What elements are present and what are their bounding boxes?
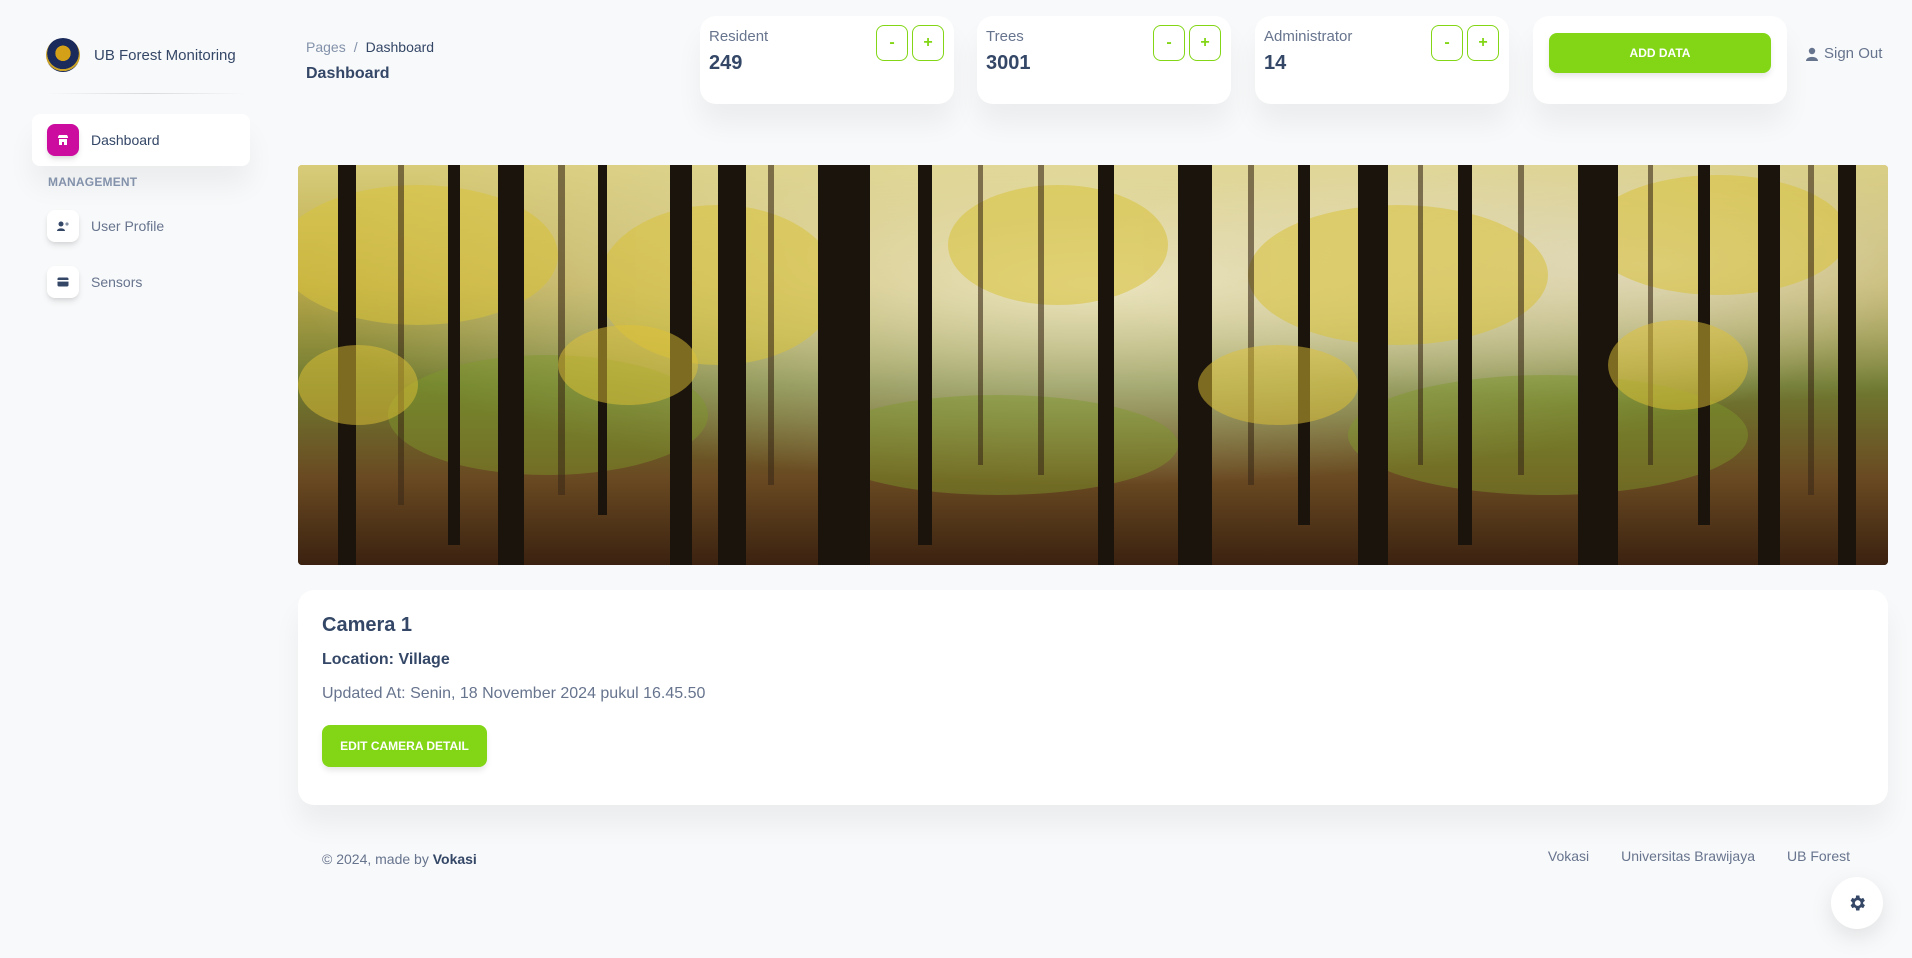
camera-card: Camera 1 Location: Village Updated At: S… bbox=[298, 590, 1888, 805]
forest-image bbox=[298, 165, 1888, 565]
stat-value: 14 bbox=[1264, 52, 1287, 74]
decrement-button[interactable]: - bbox=[876, 25, 908, 61]
sidebar-item-sensors[interactable]: Sensors bbox=[32, 256, 250, 308]
brand[interactable]: UB Forest Monitoring bbox=[46, 38, 236, 72]
breadcrumb-root[interactable]: Pages bbox=[306, 39, 346, 55]
university-logo bbox=[46, 38, 80, 72]
sidebar: UB Forest Monitoring Dashboard MANAGEMEN… bbox=[0, 0, 265, 958]
section-heading-management: MANAGEMENT bbox=[48, 175, 138, 189]
stat-card-administrator: Administrator 14 - + bbox=[1255, 16, 1509, 104]
credit-card-icon bbox=[47, 266, 79, 298]
footer-links: Vokasi Universitas Brawijaya UB Forest bbox=[1548, 848, 1850, 864]
sidebar-item-dashboard[interactable]: Dashboard bbox=[32, 114, 250, 166]
stat-value: 249 bbox=[709, 52, 743, 74]
sidebar-item-user-profile[interactable]: User Profile bbox=[32, 200, 250, 252]
stat-card-resident: Resident 249 - + bbox=[700, 16, 954, 104]
breadcrumb: Pages / Dashboard bbox=[306, 39, 434, 55]
stat-value: 3001 bbox=[986, 52, 1031, 74]
camera-location: Location: Village bbox=[322, 651, 450, 668]
sidebar-item-label: Sensors bbox=[91, 274, 143, 290]
footer-link-vokasi[interactable]: Vokasi bbox=[1548, 848, 1589, 864]
settings-button[interactable] bbox=[1831, 877, 1883, 929]
increment-button[interactable]: + bbox=[1189, 25, 1221, 61]
stat-card-trees: Trees 3001 - + bbox=[977, 16, 1231, 104]
gear-icon bbox=[1850, 895, 1865, 911]
page-title: Dashboard bbox=[306, 65, 390, 82]
add-data-button[interactable]: ADD DATA bbox=[1549, 33, 1771, 73]
camera-title: Camera 1 bbox=[322, 614, 413, 636]
footer-copyright: © 2024, made by Vokasi bbox=[322, 851, 477, 867]
stat-label: Administrator bbox=[1264, 28, 1353, 45]
decrement-button[interactable]: - bbox=[1431, 25, 1463, 61]
increment-button[interactable]: + bbox=[1467, 25, 1499, 61]
user-icon bbox=[1806, 47, 1818, 61]
increment-button[interactable]: + bbox=[912, 25, 944, 61]
footer-link-universitas-brawijaya[interactable]: Universitas Brawijaya bbox=[1621, 848, 1755, 864]
stat-label: Trees bbox=[986, 28, 1024, 45]
stat-label: Resident bbox=[709, 28, 769, 45]
breadcrumb-current: Dashboard bbox=[365, 39, 435, 55]
sign-out-label: Sign Out bbox=[1824, 45, 1883, 62]
camera-updated-at: Updated At: Senin, 18 November 2024 puku… bbox=[322, 685, 706, 702]
camera-image bbox=[298, 165, 1888, 565]
footer-copy-brand-link[interactable]: Vokasi bbox=[433, 851, 477, 867]
sign-out-link[interactable]: Sign Out bbox=[1806, 45, 1882, 62]
footer-copy-prefix: © 2024, made by bbox=[322, 851, 429, 867]
decrement-button[interactable]: - bbox=[1153, 25, 1185, 61]
footer-link-ub-forest[interactable]: UB Forest bbox=[1787, 848, 1850, 864]
sidebar-divider bbox=[46, 93, 246, 94]
user-icon bbox=[47, 210, 79, 242]
add-data-card: ADD DATA bbox=[1533, 16, 1787, 104]
breadcrumb-separator: / bbox=[353, 39, 358, 55]
brand-name: UB Forest Monitoring bbox=[94, 46, 236, 64]
edit-camera-detail-button[interactable]: EDIT CAMERA DETAIL bbox=[322, 725, 487, 767]
sidebar-item-label: Dashboard bbox=[91, 132, 160, 148]
sidebar-item-label: User Profile bbox=[91, 218, 165, 234]
shop-icon bbox=[47, 124, 79, 156]
